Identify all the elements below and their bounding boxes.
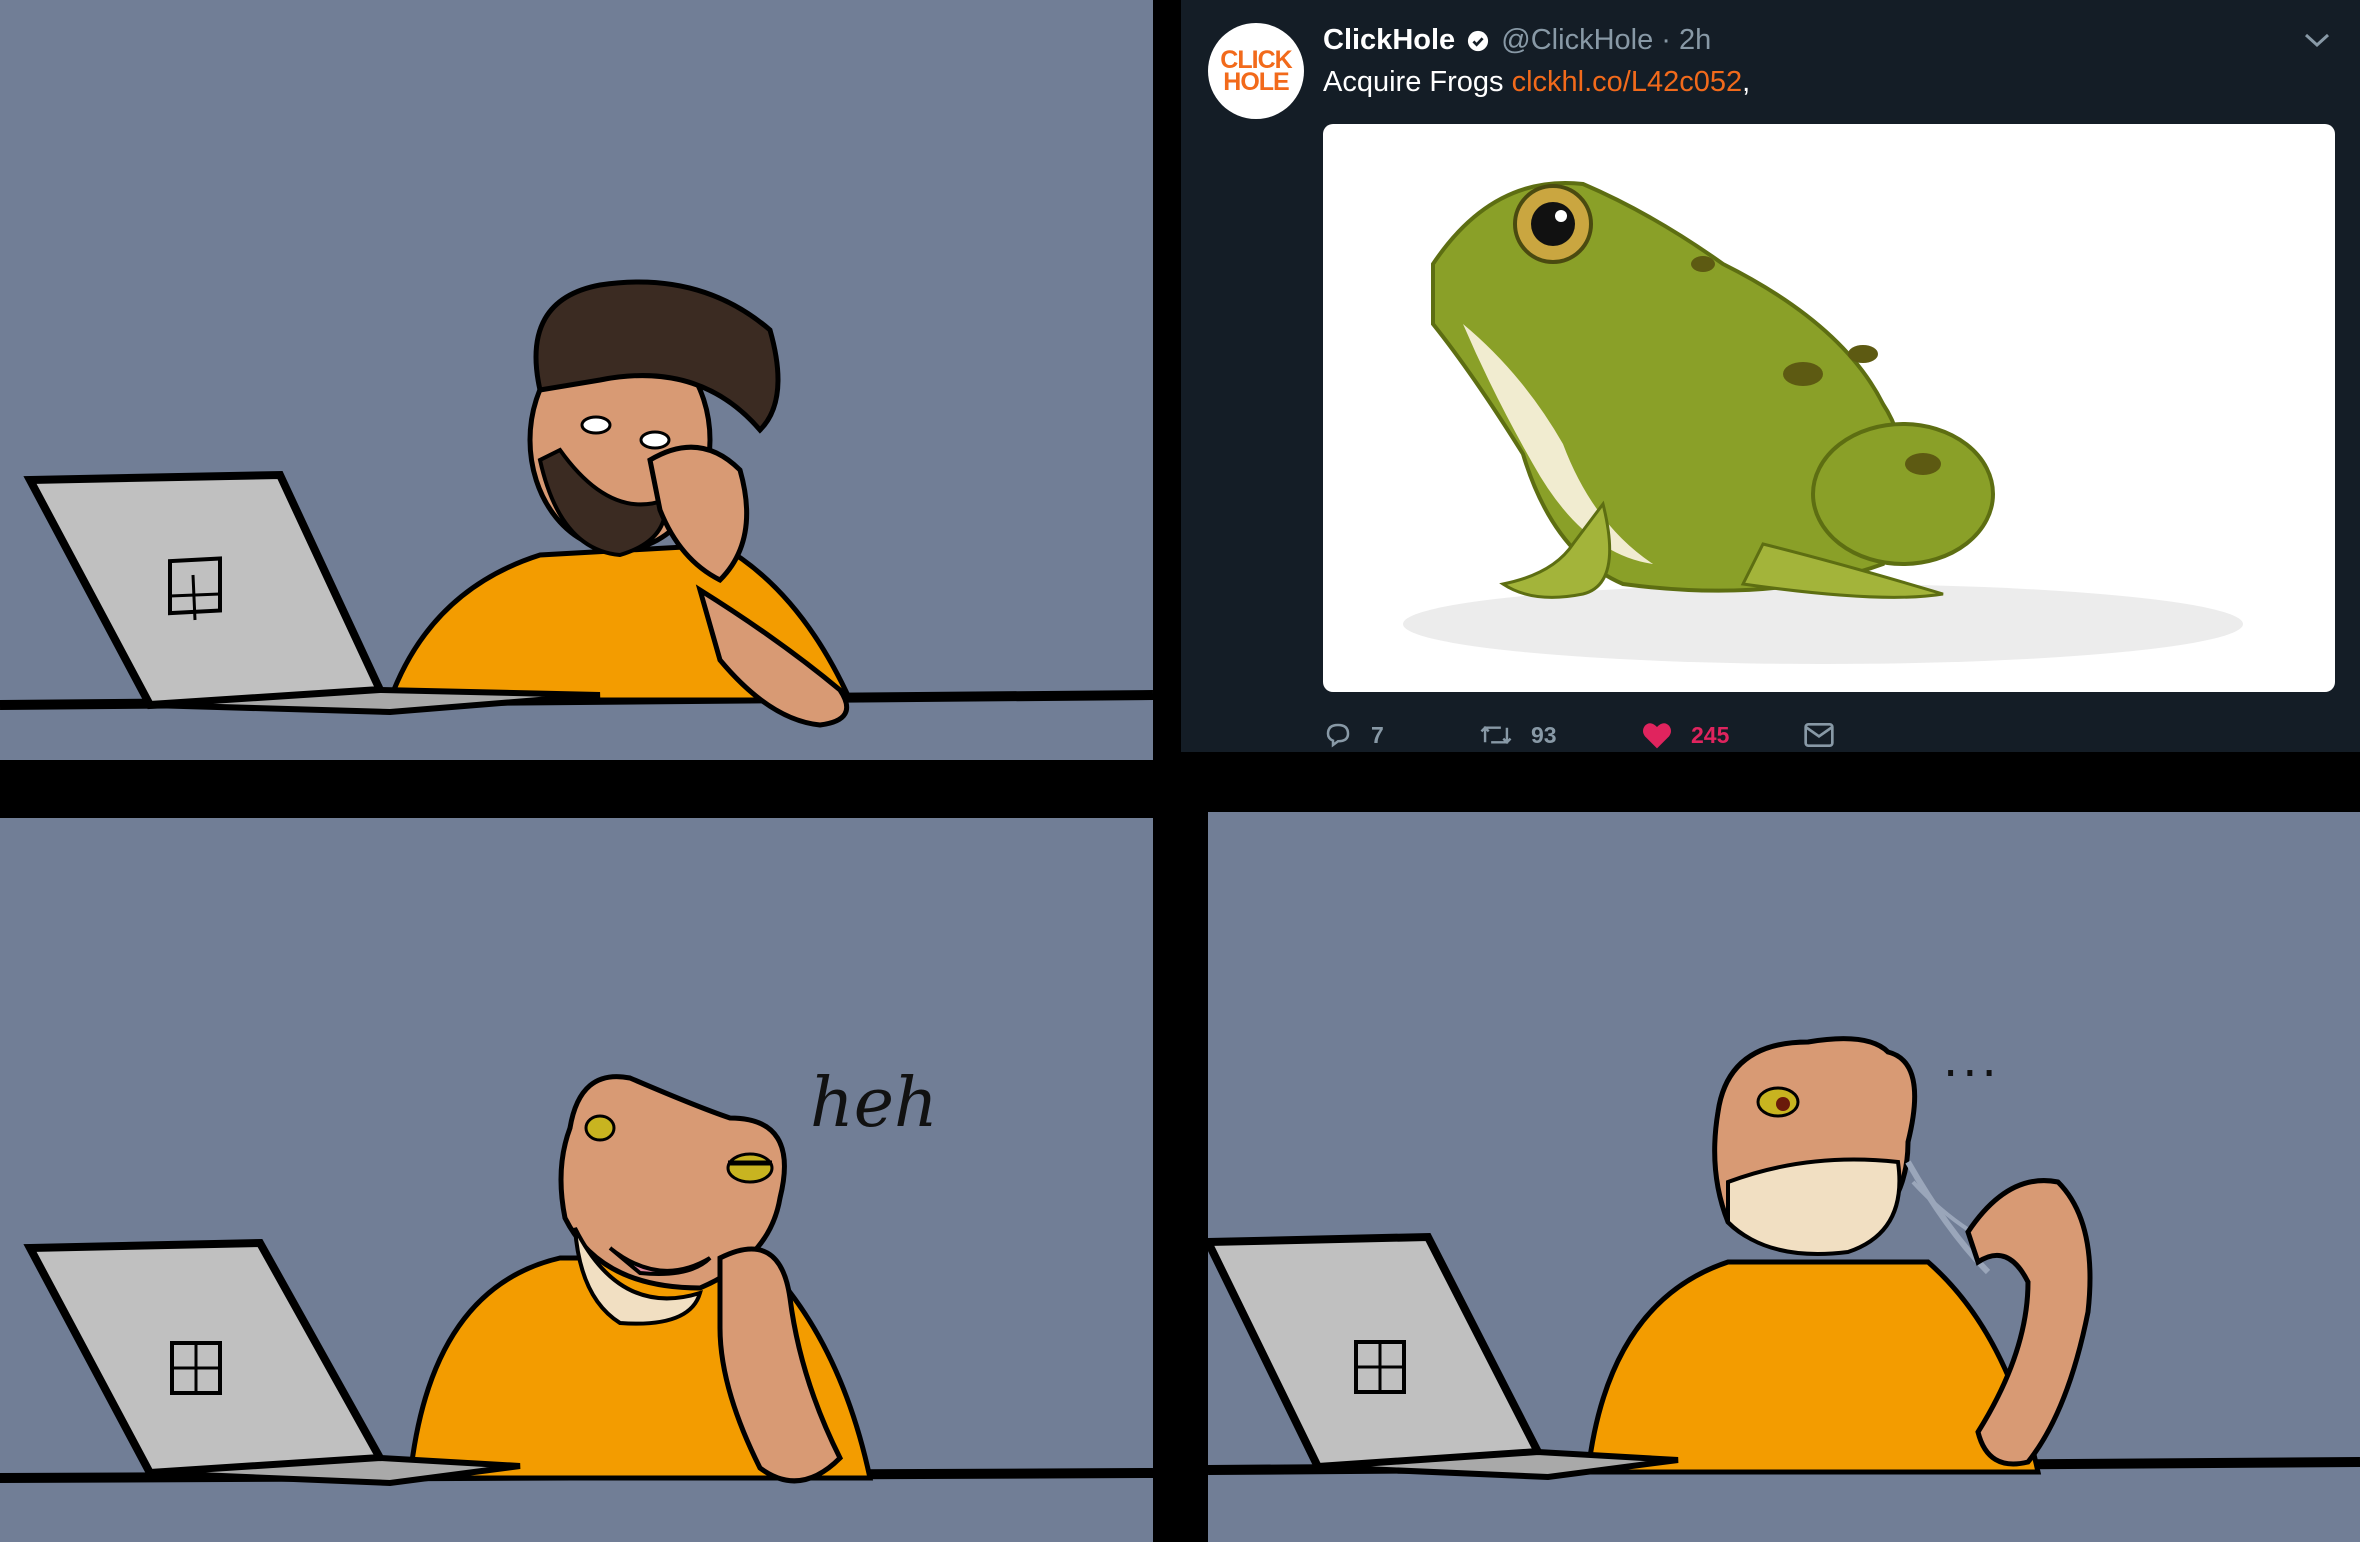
retweet-action[interactable]: 93 bbox=[1479, 720, 1557, 750]
tweet-text-suffix: , bbox=[1742, 66, 1751, 98]
tweet-author-name[interactable]: ClickHole bbox=[1323, 24, 1455, 56]
message-action[interactable] bbox=[1803, 720, 1853, 750]
tweet-author-handle[interactable]: @ClickHole bbox=[1501, 24, 1653, 56]
message-icon bbox=[1804, 723, 1834, 747]
man-at-laptop-illustration bbox=[0, 279, 1153, 728]
tweet-panel: CLICK HOLE ClickHole @ClickHole · 2h Acq… bbox=[1181, 0, 2360, 752]
reply-count: 7 bbox=[1371, 721, 1384, 748]
avatar-logo-line-2: HOLE bbox=[1223, 68, 1289, 96]
tweet-body: Acquire Frogs bbox=[1323, 66, 1512, 98]
comic-panel-1 bbox=[0, 0, 1153, 760]
like-action[interactable]: 245 bbox=[1641, 720, 1729, 750]
tweet-media-frog-photo[interactable] bbox=[1323, 124, 2335, 692]
retweet-count: 93 bbox=[1531, 721, 1557, 748]
clickhole-avatar[interactable]: CLICK HOLE bbox=[1208, 23, 1304, 119]
comic-panel-3: heh bbox=[0, 818, 1153, 1542]
speech-text-ellipsis: ... bbox=[1943, 1032, 2001, 1088]
verified-icon bbox=[1468, 31, 1489, 52]
heart-icon bbox=[1643, 723, 1671, 749]
frogman-grinning-illustration bbox=[0, 1074, 1153, 1487]
tweet-timestamp[interactable]: · 2h bbox=[1661, 24, 1711, 56]
frog-photo bbox=[1403, 181, 2243, 664]
tweet-text: Acquire Frogs clckhl.co/L42c052, bbox=[1323, 66, 1750, 99]
retweet-icon bbox=[1480, 725, 1512, 745]
comic-panel-4: ... bbox=[1208, 812, 2360, 1542]
chevron-down-icon[interactable] bbox=[2302, 30, 2332, 50]
speech-text-heh: heh bbox=[810, 1064, 938, 1143]
tweet-link[interactable]: clckhl.co/L42c052 bbox=[1512, 66, 1743, 98]
reply-icon bbox=[1326, 723, 1350, 748]
like-count: 245 bbox=[1691, 721, 1730, 748]
tweet-header: ClickHole @ClickHole · 2h bbox=[1323, 24, 1711, 57]
reply-action[interactable]: 7 bbox=[1323, 720, 1384, 750]
frogman-removing-mask-illustration bbox=[1208, 1036, 2360, 1481]
